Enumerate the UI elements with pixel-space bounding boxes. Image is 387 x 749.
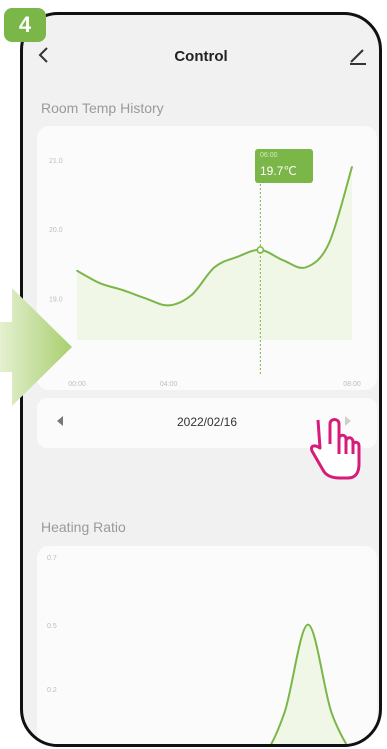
heating-ratio-chart: 0.70.50.20 [47,555,348,744]
temp-y-tick: 21.0 [49,158,63,165]
temp-y-tick: 20.0 [49,227,63,234]
temp-point-05:00 [213,266,216,269]
temp-point-04:00 [167,304,170,307]
room-temp-chart-card: 21.0 20.0 19.0 00:00 04:00 08:00 06:00 19.7℃ [37,126,377,390]
room-temp-chart: 21.020.019.000:00 04:00 08:00 [49,158,361,388]
temp-marker-dot [256,246,265,254]
heating-ratio-label: Heating Ratio [41,519,126,535]
heating-y-tick: 0.7 [47,555,57,562]
heating-area-fill [271,624,347,744]
temp-point-06:30 [282,259,285,262]
heating-point-10 [307,623,309,626]
temp-point-00:00 [76,269,78,272]
page-title: Control [174,48,228,65]
heating-ratio-chart-card: 0.70.50.20 [37,546,377,744]
temp-point-03:00 [144,297,147,300]
temp-x-tick: 08:00 [343,381,361,388]
heating-y-tick: 0.5 [47,623,57,630]
temp-tooltip: 06:00 19.7℃ [255,149,313,183]
top-bar: Control [23,15,379,95]
heating-point-9 [283,711,286,714]
temp-point-02:00 [122,289,124,291]
temp-point-08:00 [351,165,353,168]
pointer-arrow-graphic [0,288,72,406]
temp-point-04:30 [190,294,193,296]
heating-y-tick: 0.2 [47,687,57,694]
step-number-badge: 4 [4,8,46,42]
tooltip-value: 19.7℃ [260,164,297,178]
room-temp-label: Room Temp History [41,100,164,116]
phone-frame: Control Room Temp History 21.0 20.0 19.0 00… [20,12,382,747]
pencil-icon[interactable] [347,45,369,67]
temp-point-07:30 [328,242,330,244]
temp-point-01:00 [99,282,101,284]
temp-point-07:00 [305,266,307,269]
tooltip-time: 06:00 [260,152,278,159]
temp-area-fill [77,166,352,340]
temp-x-tick: 04:00 [160,381,178,388]
tap-hand-icon [310,418,361,480]
temp-point-05:30 [236,256,239,258]
heating-point-11 [330,711,333,714]
